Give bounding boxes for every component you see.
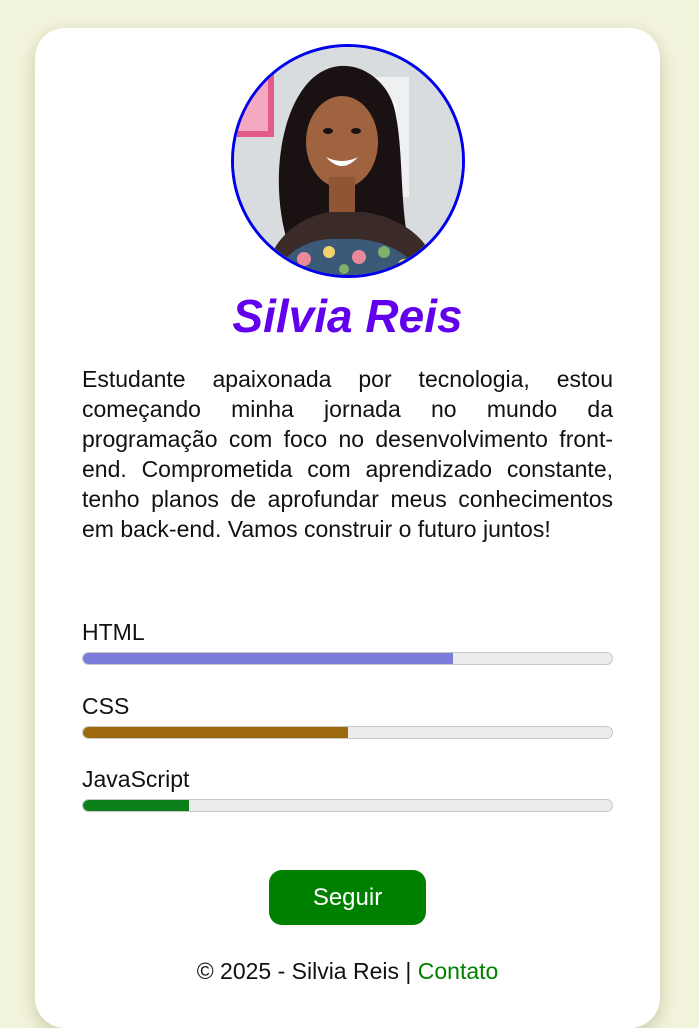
contact-link[interactable]: Contato	[418, 958, 499, 984]
follow-button[interactable]: Seguir	[269, 870, 426, 925]
skill-javascript: JavaScript	[82, 765, 613, 812]
skill-progress-bar	[82, 652, 613, 665]
profile-name: Silvia Reis	[232, 290, 463, 342]
profile-card: Silvia Reis Estudante apaixonada por tec…	[35, 28, 660, 1028]
skill-progress-fill	[83, 800, 189, 811]
profile-bio: Estudante apaixonada por tecnologia, est…	[82, 366, 613, 542]
skill-html: HTML	[82, 618, 613, 665]
skill-label: CSS	[82, 693, 130, 719]
profile-avatar	[231, 44, 465, 278]
skill-progress-bar	[82, 726, 613, 739]
skill-progress-bar	[82, 799, 613, 812]
skill-label: JavaScript	[82, 766, 190, 792]
skill-css: CSS	[82, 692, 613, 739]
skill-progress-fill	[83, 653, 454, 664]
skill-label: HTML	[82, 619, 145, 645]
profile-photo-icon	[234, 47, 462, 275]
footer-copyright: © 2025 - Silvia Reis |	[196, 958, 418, 984]
footer: © 2025 - Silvia Reis | Contato	[35, 956, 660, 986]
skill-progress-fill	[83, 727, 348, 738]
